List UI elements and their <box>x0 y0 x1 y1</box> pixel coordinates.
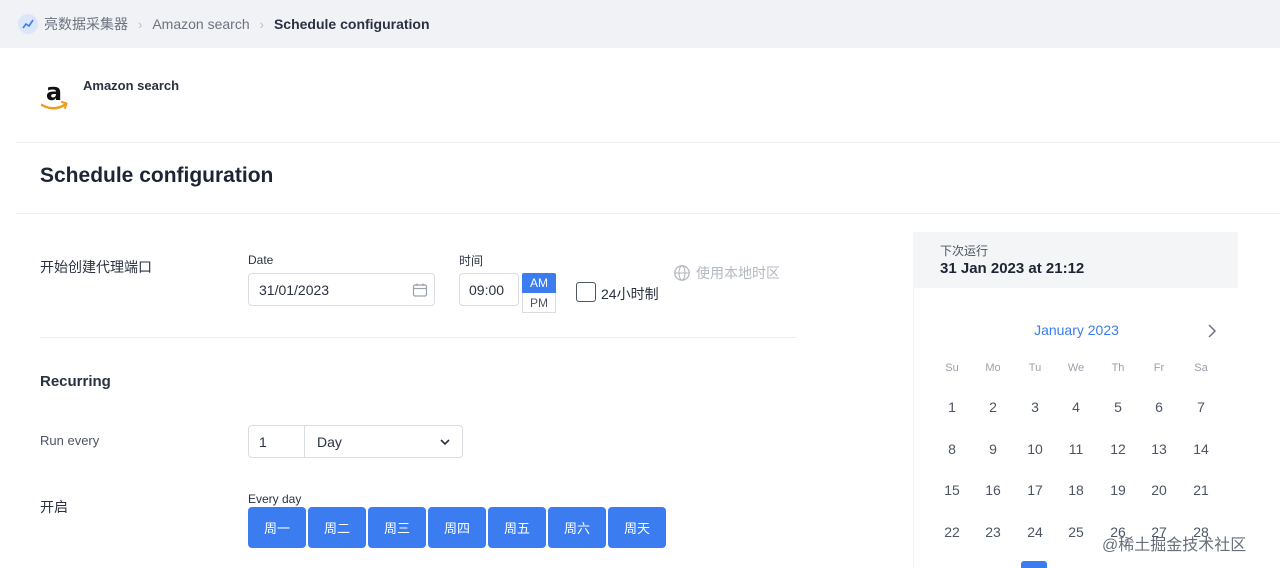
24h-checkbox[interactable] <box>576 282 596 302</box>
chevron-right-icon[interactable] <box>1204 322 1220 340</box>
watermark: @稀土掘金技术社区 <box>1102 537 1247 554</box>
chevron-down-icon <box>440 439 450 446</box>
every-day-label: Every day <box>248 492 302 506</box>
day-button-thu[interactable]: 周四 <box>428 507 486 548</box>
scraper-name: Amazon search <box>83 78 180 93</box>
run-every-label: Run every <box>40 433 100 448</box>
breadcrumb-current: Schedule configuration <box>273 16 430 32</box>
weekday-header: Tu <box>1028 362 1042 374</box>
weekday-toggle-group: 周一 周二 周三 周四 周五 周六 周天 <box>248 507 668 548</box>
pm-button[interactable]: PM <box>522 293 556 313</box>
calendar-day[interactable]: 20 <box>1139 482 1179 498</box>
calendar-day[interactable]: 14 <box>1181 441 1221 457</box>
interval-input[interactable]: 1 <box>248 425 305 458</box>
calendar-day[interactable]: 1 <box>932 399 972 415</box>
calendar-day[interactable]: 10 <box>1015 441 1055 457</box>
date-label: Date <box>248 253 274 267</box>
interval-unit-select[interactable]: Day <box>305 425 463 458</box>
day-button-fri[interactable]: 周五 <box>488 507 546 548</box>
24h-label[interactable]: 24小时制 <box>601 284 659 304</box>
weekday-header: Th <box>1111 362 1125 374</box>
divider <box>16 213 1280 214</box>
scraper-header: a Amazon search <box>16 48 1280 143</box>
page-title: Schedule configuration <box>40 164 274 187</box>
am-button[interactable]: AM <box>522 273 556 293</box>
weekday-header: Fr <box>1153 362 1165 374</box>
breadcrumb-scraper[interactable]: Amazon search <box>152 16 249 32</box>
weekday-header: Su <box>945 362 959 374</box>
on-label: 开启 <box>40 499 68 515</box>
day-button-mon[interactable]: 周一 <box>248 507 306 548</box>
calendar-day[interactable]: 11 <box>1056 441 1096 457</box>
calendar-day[interactable]: 3 <box>1015 399 1055 415</box>
calendar-day[interactable]: 6 <box>1139 399 1179 415</box>
am-pm-toggle: AM PM <box>522 273 556 313</box>
calendar-day[interactable]: 13 <box>1139 441 1179 457</box>
weekday-header: Sa <box>1194 362 1208 374</box>
calendar-day[interactable]: 18 <box>1056 482 1096 498</box>
local-timezone-label: 使用本地时区 <box>696 265 780 281</box>
chevron-right-icon: › <box>259 16 264 32</box>
calendar-icon[interactable] <box>412 282 428 298</box>
next-run-panel: 下次运行 31 Jan 2023 at 21:12 <box>913 232 1238 288</box>
calendar-day[interactable]: 9 <box>973 441 1013 457</box>
calendar-day[interactable]: 12 <box>1098 441 1138 457</box>
weekday-header: We <box>1067 362 1085 374</box>
chart-icon <box>18 14 38 34</box>
calendar-day[interactable]: 2 <box>973 399 1013 415</box>
date-value: 31/01/2023 <box>259 282 330 298</box>
breadcrumb-home[interactable]: 亮数据采集器 <box>44 14 128 34</box>
calendar-day[interactable]: 24 <box>1015 524 1055 540</box>
start-label: 开始创建代理端口 <box>40 259 152 275</box>
calendar-day[interactable]: 5 <box>1098 399 1138 415</box>
svg-text:a: a <box>46 78 62 106</box>
calendar-day[interactable]: 21 <box>1181 482 1221 498</box>
local-timezone-button[interactable]: 使用本地时区 <box>673 263 780 283</box>
next-run-label: 下次运行 <box>940 244 989 258</box>
time-input[interactable]: 09:00 <box>459 273 519 306</box>
calendar: January 2023 Su Mo Tu We Th Fr Sa 1 2 3 … <box>913 288 1238 568</box>
weekday-header: Mo <box>985 362 1001 374</box>
calendar-day[interactable]: 15 <box>932 482 972 498</box>
time-label: 时间 <box>459 254 484 268</box>
calendar-day[interactable]: 8 <box>932 441 972 457</box>
day-button-tue[interactable]: 周二 <box>308 507 366 548</box>
next-run-value: 31 Jan 2023 at 21:12 <box>940 260 1085 277</box>
calendar-day[interactable]: 17 <box>1015 482 1055 498</box>
recurring-title: Recurring <box>40 373 111 390</box>
calendar-day[interactable]: 16 <box>973 482 1013 498</box>
chevron-right-icon: › <box>138 16 143 32</box>
time-value: 09:00 <box>469 282 505 298</box>
calendar-day[interactable]: 7 <box>1181 399 1221 415</box>
day-button-sat[interactable]: 周六 <box>548 507 606 548</box>
calendar-day[interactable]: 4 <box>1056 399 1096 415</box>
divider <box>40 337 796 338</box>
interval-value: 1 <box>259 434 267 450</box>
calendar-day[interactable]: 19 <box>1098 482 1138 498</box>
calendar-day[interactable]: 25 <box>1056 524 1096 540</box>
day-button-sun[interactable]: 周天 <box>608 507 666 548</box>
calendar-month: January 2023 <box>1034 322 1119 338</box>
date-input[interactable]: 31/01/2023 <box>248 273 435 306</box>
amazon-logo-icon: a <box>40 78 68 110</box>
day-button-wed[interactable]: 周三 <box>368 507 426 548</box>
interval-unit-value: Day <box>317 434 342 450</box>
calendar-selected-day[interactable] <box>1021 561 1047 568</box>
breadcrumb: 亮数据采集器 › Amazon search › Schedule config… <box>0 0 1280 48</box>
calendar-day[interactable]: 23 <box>973 524 1013 540</box>
calendar-day[interactable]: 22 <box>932 524 972 540</box>
globe-icon <box>674 265 690 281</box>
